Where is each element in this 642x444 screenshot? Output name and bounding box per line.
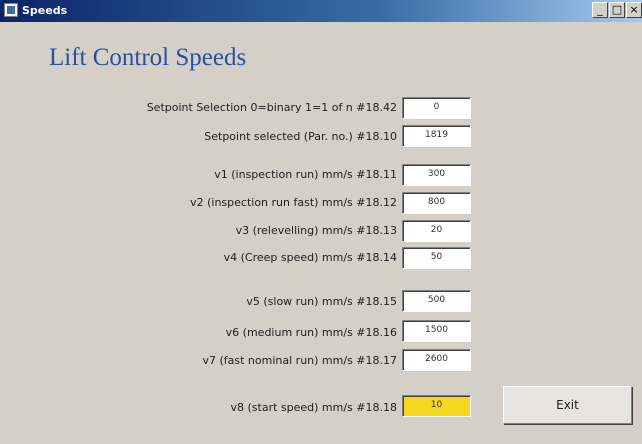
v1-field[interactable]: 300 <box>402 164 471 186</box>
v8-label: v8 (start speed) mm/s #18.18 <box>230 401 397 414</box>
v4-field[interactable]: 50 <box>402 247 471 269</box>
minimize-button[interactable]: _ <box>592 2 608 18</box>
setpoint-selected-label: Setpoint selected (Par. no.) #18.10 <box>204 130 397 143</box>
v2-label: v2 (inspection run fast) mm/s #18.12 <box>190 196 397 209</box>
v5-label: v5 (slow run) mm/s #18.15 <box>246 295 397 308</box>
v3-field[interactable]: 20 <box>402 220 471 242</box>
title-bar[interactable]: Speeds _ □ × <box>0 0 642 22</box>
app-icon <box>4 3 18 17</box>
maximize-button[interactable]: □ <box>609 2 625 18</box>
v6-field[interactable]: 1500 <box>402 320 471 342</box>
page-title: Lift Control Speeds <box>49 44 247 71</box>
v8-field[interactable]: 10 <box>402 395 471 417</box>
window-controls: _ □ × <box>591 2 642 20</box>
v1-label: v1 (inspection run) mm/s #18.11 <box>214 168 397 181</box>
setpoint-selected-field[interactable]: 1819 <box>402 125 471 147</box>
window-title: Speeds <box>22 4 68 17</box>
v4-label: v4 (Creep speed) mm/s #18.14 <box>223 251 397 264</box>
v7-field[interactable]: 2600 <box>402 349 471 371</box>
v6-label: v6 (medium run) mm/s #18.16 <box>225 326 397 339</box>
close-button[interactable]: × <box>626 2 642 18</box>
speeds-window: Speeds _ □ × Lift Control Speeds Setpoin… <box>0 0 642 444</box>
v5-field[interactable]: 500 <box>402 290 471 312</box>
v7-label: v7 (fast nominal run) mm/s #18.17 <box>202 354 397 367</box>
v3-label: v3 (relevelling) mm/s #18.13 <box>235 224 397 237</box>
setpoint-selection-field[interactable]: 0 <box>402 97 471 119</box>
exit-button[interactable]: Exit <box>503 386 632 424</box>
setpoint-selection-label: Setpoint Selection 0=binary 1=1 of n #18… <box>146 101 397 114</box>
v2-field[interactable]: 800 <box>402 192 471 214</box>
